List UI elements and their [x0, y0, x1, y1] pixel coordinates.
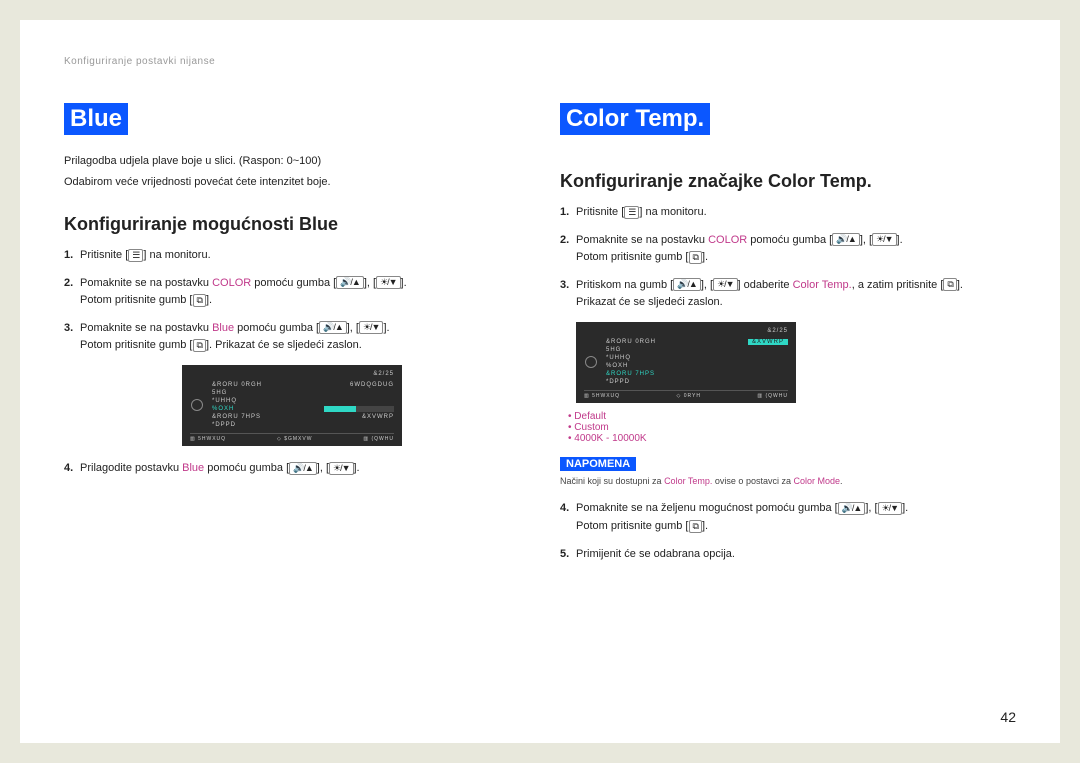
- steps-colortemp: 1. Pritisnite [☰] na monitoru. 2. Pomakn…: [560, 204, 1016, 312]
- globe-icon: [585, 356, 597, 368]
- vol-up-icon: 🔊/▲: [289, 462, 317, 475]
- heading-colortemp: Color Temp.: [560, 103, 710, 135]
- bright-down-icon: ☀/▼: [713, 278, 737, 291]
- enter-icon: ⧉: [689, 520, 702, 533]
- vol-up-icon: 🔊/▲: [838, 502, 866, 515]
- enter-icon: ⧉: [193, 294, 206, 307]
- bright-down-icon: ☀/▼: [878, 502, 902, 515]
- enter-icon: ⧉: [689, 251, 702, 264]
- bright-down-icon: ☀/▼: [872, 233, 896, 246]
- osd-screenshot-colortemp: &2/25 &RORU 0RGH&XVWRP5HG*UHHQ%OXH&RORU …: [576, 322, 796, 403]
- enter-icon: ⧉: [943, 278, 956, 291]
- right-column: Color Temp. Konfiguriranje značajke Colo…: [560, 103, 1016, 573]
- vol-up-icon: 🔊/▲: [673, 278, 701, 291]
- intro-1: Prilagodba udjela plave boje u slici. (R…: [64, 153, 520, 170]
- note-header: NAPOMENA: [560, 457, 636, 471]
- left-column: Blue Prilagodba udjela plave boje u slic…: [64, 103, 520, 573]
- heading-blue: Blue: [64, 103, 128, 135]
- intro-2: Odabirom veće vrijednosti povećat ćete i…: [64, 174, 520, 191]
- breadcrumb: Konfiguriranje postavki nijanse: [64, 56, 1016, 67]
- page: Konfiguriranje postavki nijanse Blue Pri…: [20, 20, 1060, 743]
- bright-down-icon: ☀/▼: [329, 462, 353, 475]
- bright-down-icon: ☀/▼: [359, 321, 383, 334]
- globe-icon: [191, 399, 203, 411]
- steps-blue-cont: 4. Prilagodite postavku Blue pomoću gumb…: [64, 460, 520, 478]
- note-body: Načini koji su dostupni za Color Temp. o…: [560, 475, 1016, 489]
- vol-up-icon: 🔊/▲: [336, 276, 364, 289]
- enter-icon: ⧉: [193, 339, 206, 352]
- columns: Blue Prilagodba udjela plave boje u slic…: [64, 103, 1016, 573]
- sub-colortemp: Konfiguriranje značajke Color Temp.: [560, 171, 1016, 192]
- osd-screenshot-blue: &2/25 &RORU 0RGH6WDQGDUG5HG*UHHQ%OXH&ROR…: [182, 365, 402, 446]
- bright-down-icon: ☀/▼: [376, 276, 400, 289]
- menu-icon: ☰: [128, 249, 143, 262]
- steps-colortemp-cont: 4. Pomaknite se na željenu mogućnost pom…: [560, 500, 1016, 563]
- steps-blue: 1. Pritisnite [☰] na monitoru. 2. Pomakn…: [64, 247, 520, 355]
- menu-icon: ☰: [624, 206, 639, 219]
- options-list: Default Custom 4000K - 10000K: [568, 411, 1016, 444]
- vol-up-icon: 🔊/▲: [319, 321, 347, 334]
- sub-blue: Konfiguriranje mogućnosti Blue: [64, 214, 520, 235]
- page-number: 42: [1000, 709, 1016, 725]
- vol-up-icon: 🔊/▲: [832, 233, 860, 246]
